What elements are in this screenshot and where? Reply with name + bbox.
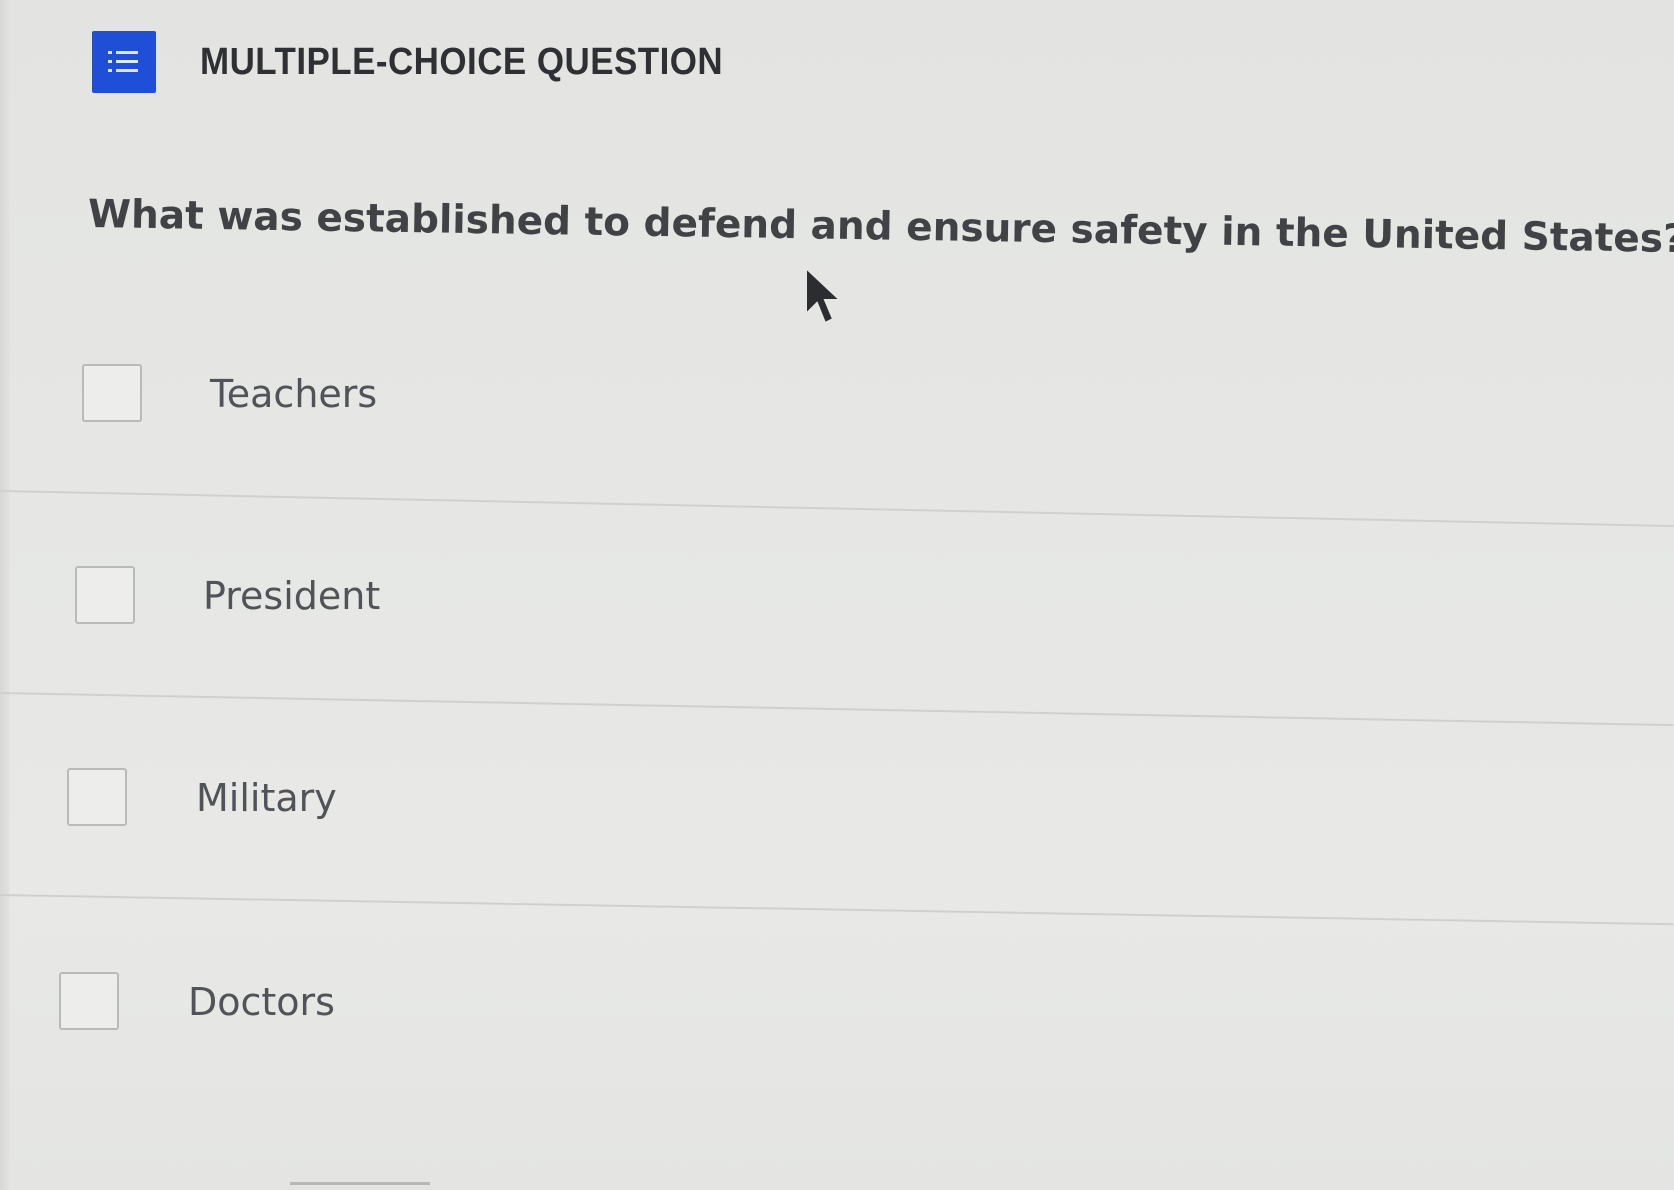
question-type-title: MULTIPLE-CHOICE QUESTION bbox=[200, 40, 724, 83]
list-bullets-icon-glyph bbox=[108, 51, 138, 72]
mouse-pointer-icon bbox=[805, 266, 843, 325]
footer-partial-element bbox=[290, 1182, 430, 1185]
answer-option-teachers[interactable]: Teachers bbox=[0, 330, 1674, 520]
answer-checkbox[interactable] bbox=[82, 364, 142, 422]
answer-checkbox[interactable] bbox=[59, 972, 119, 1030]
question-header: MULTIPLE-CHOICE QUESTION bbox=[92, 30, 769, 94]
answer-label: Teachers bbox=[210, 372, 378, 416]
answer-checkbox[interactable] bbox=[67, 768, 127, 826]
answer-option-doctors[interactable]: Doctors bbox=[0, 936, 1674, 1126]
quiz-card: MULTIPLE-CHOICE QUESTION What was establ… bbox=[0, 0, 1674, 1190]
list-bullets-icon bbox=[92, 31, 156, 93]
answer-option-president[interactable]: President bbox=[0, 530, 1674, 720]
answer-label: President bbox=[203, 574, 381, 618]
question-text: What was established to defend and ensur… bbox=[87, 192, 1674, 263]
answer-option-military[interactable]: Military bbox=[0, 732, 1674, 922]
answer-label: Military bbox=[196, 776, 337, 820]
answer-checkbox[interactable] bbox=[75, 566, 135, 624]
answer-label: Doctors bbox=[188, 980, 335, 1024]
